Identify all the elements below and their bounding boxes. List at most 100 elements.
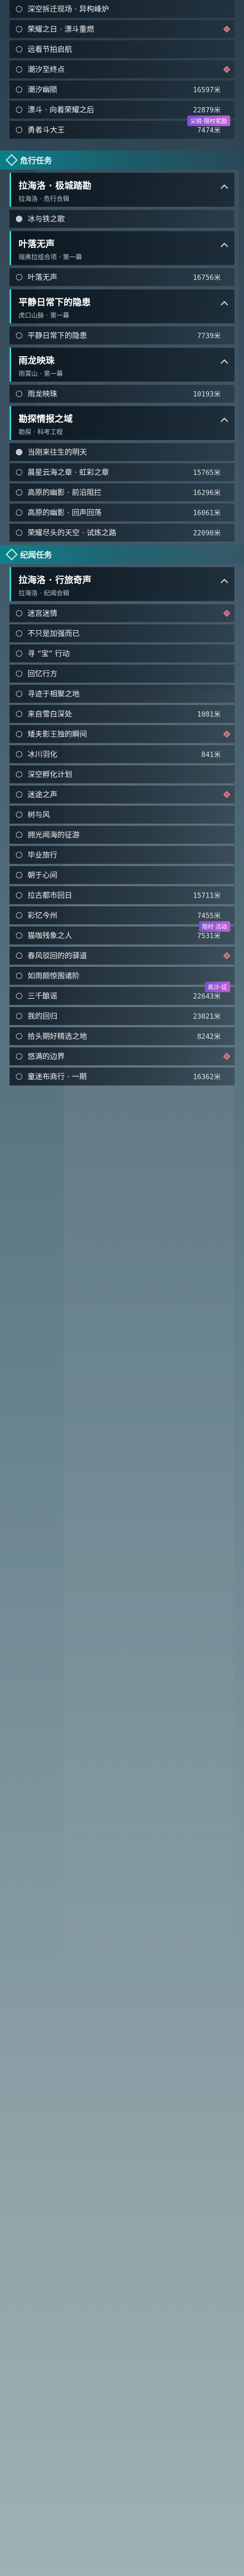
circle-icon [16,952,22,959]
circle-icon [16,1012,22,1019]
quest-row[interactable]: 迷途之声 [10,786,234,804]
quest-distance: 7739米 [197,332,221,340]
quest-distance: 22090米 [193,530,221,537]
quest-name: 远看节拍启航 [28,45,72,54]
quest-row[interactable]: 回忆行方 [10,665,234,683]
quest-row[interactable]: 远看节拍启航 [10,40,234,58]
quest-row[interactable]: 来自雪白深处 1081米 [10,705,234,723]
quest-row[interactable]: 春风驳回的的驿道 [10,947,234,965]
quest-row[interactable]: 如雨颇惊围诸阶 [10,967,234,985]
quest-name: 叶落无声 [28,273,57,282]
quest-row[interactable]: 拾头期好精选之地 8242米 [10,1027,234,1045]
quest-name: 如雨颇惊围诸阶 [28,972,80,981]
circle-icon [16,690,22,697]
circle-icon [16,892,22,898]
circle-icon [16,1073,22,1080]
quest-row[interactable]: 朝于心间 [10,866,234,884]
quest-row[interactable]: 荣耀之日 · 漂斗重燃 [10,20,234,38]
circle-icon [16,469,22,475]
quest-row[interactable]: 勇者斗大王 7474米 尖锐·限时奖励 [10,116,234,139]
chapter-subtitle: 雨霄山 · 第一幕 [19,370,63,377]
chapter-subtitle: 拉海洛 · 纪闻合辑 [19,589,69,597]
quest-row[interactable]: 树与风 [10,806,234,824]
chapter-card[interactable]: 雨龙映珠 雨霄山 · 第一幕 [10,348,234,382]
chapter-title: 拉海洛 · 行旅奇声 [19,575,92,586]
chapter-card[interactable]: 勘探情报之域 勘探 · 科考工程 [10,406,234,440]
quest-row[interactable]: 我的回归 23021米 [10,1007,234,1025]
circle-icon [16,390,22,397]
quest-name: 深空孵化计划 [28,770,72,779]
quest-name: 冰与铁之歌 [28,215,65,224]
quest-row[interactable]: 冰川羽化 841米 [10,745,234,763]
quest-name: 拉古都市回日 [28,891,72,900]
quest-row[interactable]: 晨星云海之章 · 虹彩之章 15765米 [10,463,234,481]
chapter-subtitle: 勘探 · 科考工程 [19,428,63,436]
quest-row[interactable]: 童迷布商行 · 一期 16362米 [10,1068,234,1086]
circle-icon [16,86,22,93]
quest-row[interactable]: 冰与铁之歌 [10,210,234,228]
quest-row[interactable]: 悠满的边界 [10,1047,234,1065]
quest-name: 回忆行方 [28,669,57,678]
quest-row[interactable]: 雨龙映珠 10193米 [10,385,234,403]
quest-distance: 16362米 [193,1073,221,1081]
circle-icon [16,25,22,32]
quest-distance: 10193米 [193,391,221,399]
quest-row[interactable]: 矮夫影王独的瞬间 [10,725,234,743]
circle-icon [16,489,22,496]
circle-icon [16,46,22,52]
quest-distance: 1081米 [197,711,221,719]
quest-distance: 7455米 [197,912,221,920]
quest-row[interactable]: 毕业旅行 [10,846,234,864]
chapter-card[interactable]: 叶落无声 瑞弗拉组合项 · 第一幕 [10,231,234,265]
quest-distance: 22879米 [193,107,221,114]
quest-name: 深空拆迁现场 · 异构峰炉 [28,5,109,14]
circle-icon [16,992,22,999]
quest-distance: 16756米 [193,274,221,282]
quest-row[interactable]: 不只是加强而已 [10,624,234,642]
chapter-subtitle: 虎口山脉 · 第一幕 [19,312,69,319]
quest-distance: 8242米 [197,1033,221,1041]
completed-circle-icon [16,215,22,222]
quest-name: 猫咖残象之人 [28,931,72,940]
quest-row[interactable]: 荣耀尽头的天空 · 试炼之路 22090米 [10,524,234,542]
quest-name: 寻迹于相聚之地 [28,690,80,699]
quest-row[interactable]: 拉古都市回日 15711米 [10,886,234,904]
circle-icon [16,730,22,737]
quest-name: 三千酿谣 [28,992,57,1001]
quest-name: 潮汐幽陨 [28,85,57,94]
section-header[interactable]: 危行任务 [0,151,244,170]
quest-row[interactable]: 叶落无声 16756米 [10,268,234,286]
quest-name: 勇者斗大王 [28,126,65,135]
chapter-card[interactable]: 平静日常下的隐患 虎口山脉 · 第一幕 [10,289,234,323]
quest-row[interactable]: 迷宫迷情 [10,604,234,622]
quest-row[interactable]: 拥光闻海的征游 [10,826,234,844]
quest-row[interactable]: 当刚来往生的明天 [10,443,234,461]
quest-distance: 16296米 [193,489,221,497]
chapter-card[interactable]: 拉海洛 · 极城踏勘 拉海洛 · 危行合辑 [10,173,234,207]
quest-row[interactable]: 高原的幽影 · 回声回荡 16061米 [10,504,234,522]
quest-row[interactable]: 寻 “宝” 行动 [10,645,234,663]
quest-row[interactable]: 寻迹于相聚之地 [10,685,234,703]
quest-row[interactable]: 潮汐至终点 [10,60,234,78]
quest-name: 寻 “宝” 行动 [28,649,70,658]
quest-name: 高原的幽影 · 回声回荡 [28,508,102,517]
quest-row[interactable]: 深空拆迁现场 · 异构峰炉 [10,0,234,18]
quest-row[interactable]: 深空孵化计划 [10,765,234,783]
quest-name: 晨星云海之章 · 虹彩之章 [28,468,109,477]
quest-category-icon [5,154,18,166]
quest-name: 冰川羽化 [28,750,57,759]
quest-row[interactable]: 三千酿谣 22643米 高沙·征 [10,982,234,1005]
quest-name: 毕业旅行 [28,851,57,860]
section-header[interactable]: 纪闻任务 [0,545,244,564]
circle-icon [16,771,22,778]
quest-row[interactable]: 高原的幽影 · 前沿阻拦 16296米 [10,483,234,501]
circle-icon [16,66,22,73]
quest-name: 矮夫影王独的瞬间 [28,730,87,739]
quest-name: 高原的幽影 · 前沿阻拦 [28,488,102,497]
circle-icon [16,912,22,919]
quest-name: 迷途之声 [28,790,57,799]
quest-row[interactable]: 平静日常下的隐患 7739米 [10,327,234,345]
quest-row[interactable]: 猫咖残象之人 7531米 限时·活动 [10,921,234,945]
chapter-card[interactable]: 拉海洛 · 行旅奇声 拉海洛 · 纪闻合辑 [10,567,234,601]
quest-row[interactable]: 潮汐幽陨 16597米 [10,81,234,99]
